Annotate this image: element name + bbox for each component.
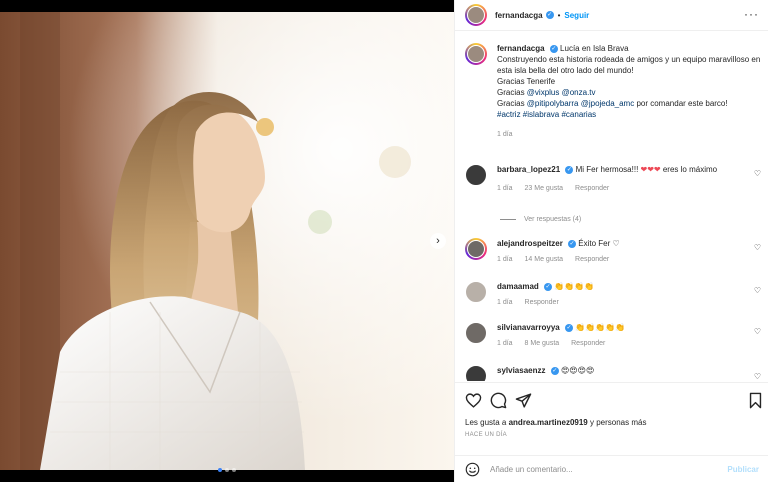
comment-meta: 1 día Responder <box>497 297 761 308</box>
commenter-avatar[interactable] <box>465 365 487 381</box>
bookmark-icon[interactable] <box>747 392 764 409</box>
comment-username[interactable]: silvianavarroyya <box>497 323 560 332</box>
comment-bubble-icon[interactable] <box>490 392 507 409</box>
comments-scroll[interactable]: fernandacga ✓ Lucía en Isla Brava Constr… <box>455 31 768 381</box>
caption: fernandacga ✓ Lucía en Isla Brava Constr… <box>465 43 761 140</box>
comment-username[interactable]: sylviasaenzz <box>497 366 545 375</box>
comment-likes[interactable]: 8 Me gusta <box>525 340 560 347</box>
smiley-icon[interactable] <box>465 462 480 477</box>
like-comment-heart-icon[interactable]: ♡ <box>754 327 761 336</box>
post-media: › <box>0 0 454 482</box>
verified-badge-icon: ✓ <box>550 366 559 375</box>
action-bar <box>455 382 768 416</box>
heart-outline-icon[interactable] <box>465 392 482 409</box>
comment-item: silvianavarroyya ✓ 👏👏👏👏👏 1 día 8 Me gust… <box>465 322 761 349</box>
mention-link[interactable]: @vixplus <box>527 88 560 97</box>
author-username[interactable]: fernandacga <box>495 11 543 20</box>
comment-username[interactable]: alejandrospeitzer <box>497 239 563 248</box>
like-comment-heart-icon[interactable]: ♡ <box>754 169 761 178</box>
caption-username[interactable]: fernandacga <box>497 44 545 53</box>
comment-item: barbara_lopez21 ✓ Mi Fer hermosa!!! ❤❤❤ … <box>465 164 761 194</box>
reply-button[interactable]: Responder <box>575 256 609 263</box>
divider-line <box>500 219 516 220</box>
caption-meta: 1 día <box>497 129 761 140</box>
comment-text: 👏👏👏👏 <box>554 282 595 291</box>
paper-plane-icon[interactable] <box>515 392 532 409</box>
comment-item: alejandrospeitzer ✓ Éxito Fer ♡ 1 día 14… <box>465 238 761 265</box>
caption-avatar[interactable] <box>465 43 487 65</box>
separator-dot: • <box>557 10 561 20</box>
verified-badge-icon: ✓ <box>545 11 554 19</box>
mention-link[interactable]: @jpojeda_amc <box>581 99 634 108</box>
comment-time: 1 día <box>497 299 513 306</box>
comment-meta: 1 día 14 Me gusta Responder <box>497 254 761 265</box>
caption-line-4: Gracias @pitipolybarra @jpojeda_amc por … <box>497 99 728 108</box>
likes-summary[interactable]: Les gusta a andrea.martinez0919 y person… <box>465 418 646 427</box>
comment-username[interactable]: barbara_lopez21 <box>497 165 560 174</box>
comment-meta: 1 día 8 Me gusta Responder <box>497 338 761 349</box>
comment-time: 1 día <box>497 340 513 347</box>
verified-badge-icon: ✓ <box>564 323 573 332</box>
reply-button[interactable]: Responder <box>525 299 559 306</box>
verified-badge-icon: ✓ <box>549 44 558 53</box>
mention-link[interactable]: @pitipolybarra <box>527 99 579 108</box>
comment-time: 1 día <box>497 185 513 192</box>
carousel-indicator <box>218 468 236 472</box>
comment-likes[interactable]: 23 Me gusta <box>525 185 564 192</box>
comment-text: 😍😍😍😍 <box>560 366 595 375</box>
commenter-avatar[interactable] <box>465 238 487 260</box>
caption-text: Construyendo esta historia rodeada de am… <box>497 55 761 75</box>
follow-button[interactable]: Seguir <box>564 11 589 20</box>
caption-line-3: Gracias @vixplus @onza.tv <box>497 88 596 97</box>
like-comment-heart-icon[interactable]: ♡ <box>754 286 761 295</box>
verified-badge-icon: ✓ <box>565 165 574 174</box>
comment-text: Éxito Fer ♡ <box>578 239 620 248</box>
more-options-icon[interactable]: ··· <box>744 8 759 20</box>
caption-time: 1 día <box>497 131 513 138</box>
verified-badge-icon: ✓ <box>568 239 577 248</box>
verified-badge-icon: ✓ <box>544 282 553 291</box>
caption-text-thanks: Gracias Tenerife <box>497 77 556 86</box>
post-header: fernandacga ✓ • Seguir ··· <box>455 0 768 31</box>
carousel-dot-1 <box>218 468 222 472</box>
comment-input[interactable] <box>490 464 728 474</box>
reply-button[interactable]: Responder <box>571 340 605 347</box>
post-photo <box>0 12 454 470</box>
comment-item: damaamad ✓ 👏👏👏👏 1 día Responder ♡ <box>465 281 761 308</box>
carousel-dot-3 <box>232 468 236 472</box>
commenter-avatar[interactable] <box>465 281 487 303</box>
post-side-panel: fernandacga ✓ • Seguir ··· fernandacga ✓… <box>454 0 768 482</box>
comment-time: 1 día <box>497 256 513 263</box>
commenter-avatar[interactable] <box>465 322 487 344</box>
next-slide-button[interactable]: › <box>430 233 446 249</box>
instagram-post-modal: › fernandacga ✓ • Seguir ··· fernandacga <box>0 0 768 482</box>
comment-text: Mi Fer hermosa!!! <box>575 165 641 174</box>
mention-link[interactable]: @onza.tv <box>562 88 596 97</box>
like-comment-heart-icon[interactable]: ♡ <box>754 243 761 252</box>
author-avatar[interactable] <box>465 4 487 26</box>
comment-username[interactable]: damaamad <box>497 282 539 291</box>
comment-text-tail: eres lo máximo <box>660 165 718 174</box>
view-replies-button[interactable]: Ver respuestas (4) <box>500 216 581 223</box>
comment-likes[interactable]: 14 Me gusta <box>525 256 564 263</box>
carousel-dot-2 <box>225 468 229 472</box>
comment-item: sylviasaenzz ✓ 😍😍😍😍 ♡ <box>465 365 761 381</box>
commenter-avatar[interactable] <box>465 164 487 186</box>
comment-emoji: ❤❤❤ <box>640 165 661 174</box>
comment-meta: 1 día 23 Me gusta Responder <box>497 183 761 194</box>
caption-location[interactable]: Lucía en Isla Brava <box>560 44 628 53</box>
reply-button[interactable]: Responder <box>575 185 609 192</box>
like-comment-heart-icon[interactable]: ♡ <box>754 372 761 381</box>
post-timestamp: HACE UN DÍA <box>465 432 507 438</box>
caption-hashtags[interactable]: #actriz #islabrava #canarias <box>497 109 761 120</box>
add-comment-bar: Publicar <box>455 455 768 482</box>
liked-by-user[interactable]: andrea.martinez0919 <box>509 418 588 427</box>
comment-text: 👏👏👏👏👏 <box>575 323 625 332</box>
publish-button[interactable]: Publicar <box>727 465 759 474</box>
